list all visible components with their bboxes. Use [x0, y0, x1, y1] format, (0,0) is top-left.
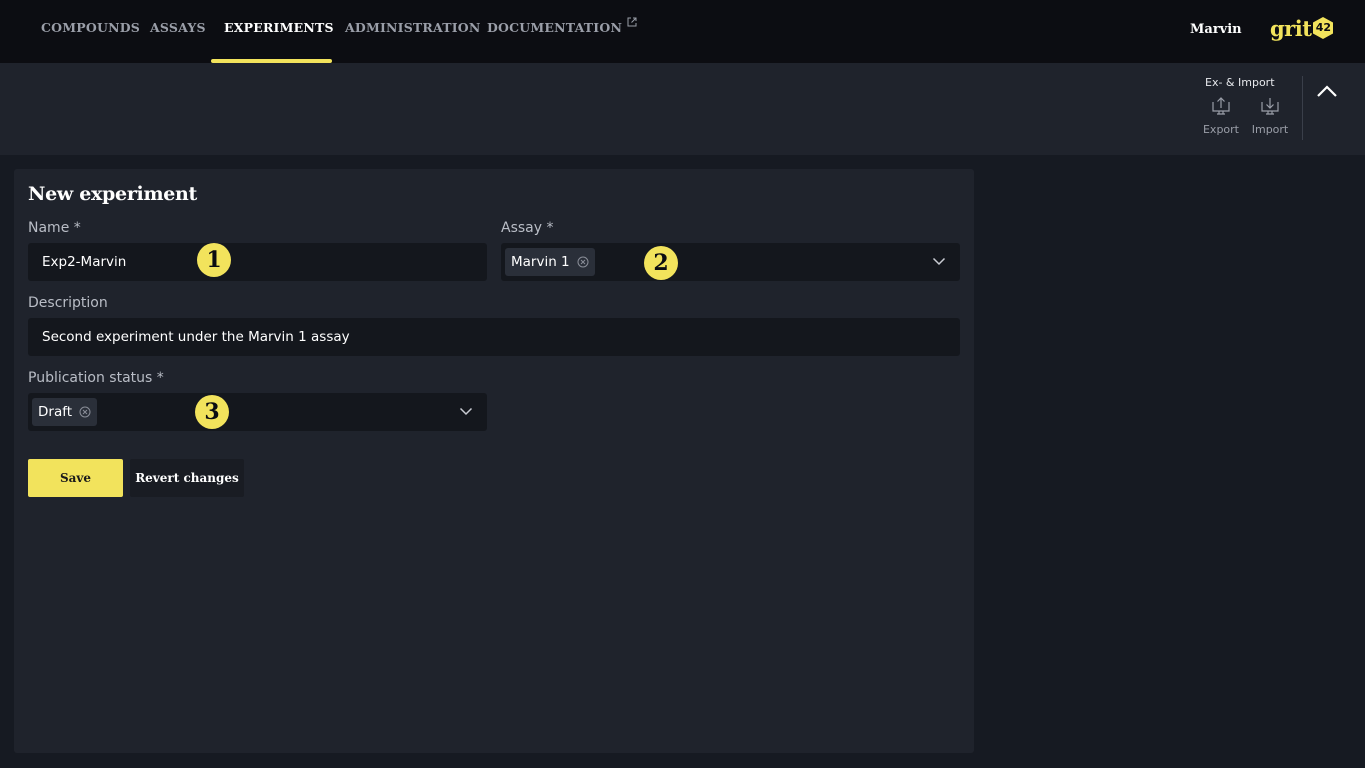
nav-experiments-label: EXPERIMENTS: [224, 20, 334, 35]
status-chip-label: Draft: [38, 404, 73, 420]
import-icon: [1261, 98, 1279, 115]
description-label: Description: [28, 295, 108, 311]
toolbar-divider: [1302, 76, 1303, 140]
step-badge-3: 3: [195, 395, 229, 429]
nav-documentation-label: DOCUMENTATION: [487, 20, 623, 35]
assay-label: Assay *: [501, 220, 554, 236]
top-navigation: COMPOUNDS ASSAYS EXPERIMENTS ADMINISTRAT…: [0, 0, 1365, 63]
save-button[interactable]: Save: [28, 459, 123, 497]
export-label: Export: [1202, 123, 1239, 136]
export-icon: [1212, 97, 1230, 115]
name-label: Name *: [28, 220, 81, 236]
assay-chip: Marvin 1: [505, 248, 595, 276]
chevron-down-icon[interactable]: [459, 406, 473, 416]
logo-badge-text: 42: [1315, 21, 1332, 34]
description-field-container: [28, 318, 960, 356]
collapse-toolbar-button[interactable]: [1314, 81, 1340, 103]
user-menu[interactable]: Marvin: [1190, 22, 1242, 37]
chevron-up-icon: [1317, 85, 1337, 97]
app-logo[interactable]: grit 42: [1270, 14, 1335, 42]
publication-status-label: Publication status *: [28, 370, 164, 386]
new-experiment-card: New experiment Name * 1 Assay * Marvin 1…: [14, 169, 974, 753]
nav-assays[interactable]: ASSAYS: [150, 0, 206, 63]
logo-hex-icon: 42: [1311, 16, 1335, 40]
step-badge-2: 2: [644, 246, 678, 280]
nav-compounds-label: COMPOUNDS: [41, 20, 140, 35]
description-input[interactable]: [28, 318, 960, 356]
toolbar: Ex- & Import Export Import: [0, 63, 1365, 155]
export-button[interactable]: Export: [1199, 96, 1243, 136]
nav-compounds[interactable]: COMPOUNDS: [41, 0, 140, 63]
nav-administration[interactable]: ADMINISTRATION: [345, 0, 481, 63]
name-input[interactable]: [28, 243, 487, 281]
nav-assays-label: ASSAYS: [150, 20, 206, 35]
assay-select[interactable]: Marvin 1: [501, 243, 960, 281]
clear-icon[interactable]: [577, 256, 589, 268]
import-button[interactable]: Import: [1248, 96, 1292, 136]
nav-experiments[interactable]: EXPERIMENTS: [224, 0, 334, 63]
publication-status-select[interactable]: Draft: [28, 393, 487, 431]
revert-changes-button[interactable]: Revert changes: [130, 459, 244, 497]
clear-icon[interactable]: [79, 406, 91, 418]
logo-text: grit: [1270, 15, 1312, 41]
chevron-down-icon[interactable]: [932, 256, 946, 266]
toolbar-group-title: Ex- & Import: [1205, 76, 1275, 89]
assay-chip-label: Marvin 1: [511, 254, 570, 270]
nav-administration-label: ADMINISTRATION: [345, 20, 481, 35]
status-chip: Draft: [32, 398, 98, 426]
page-title: New experiment: [28, 183, 198, 205]
import-label: Import: [1251, 123, 1289, 136]
nav-documentation[interactable]: DOCUMENTATION: [487, 0, 637, 63]
name-field-container: [28, 243, 487, 281]
external-link-icon: [627, 17, 637, 27]
step-badge-1: 1: [197, 243, 231, 277]
